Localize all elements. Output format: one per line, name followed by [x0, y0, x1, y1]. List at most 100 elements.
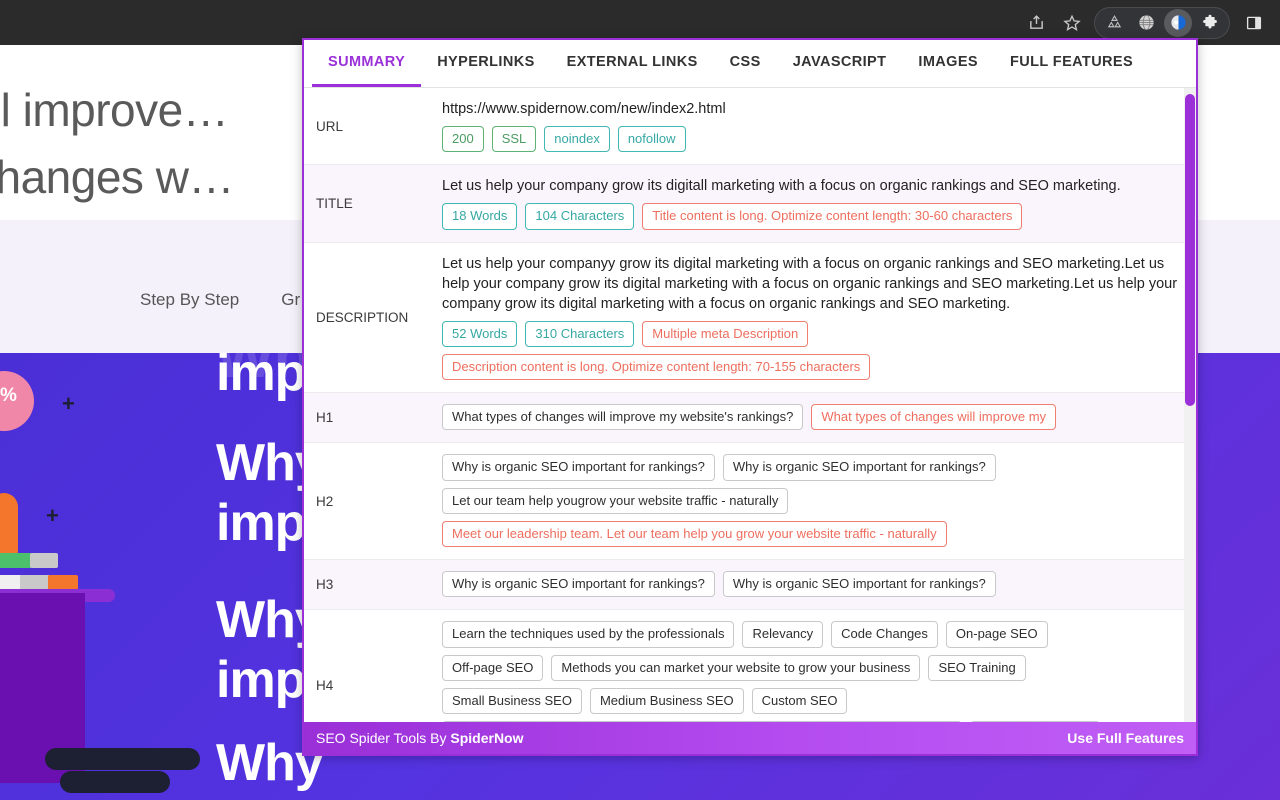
h3-chip-2: Why is organic SEO important for ranking… — [722, 571, 996, 598]
h3-chips: Why is organic SEO important for ranking… — [442, 571, 1184, 598]
extensions-pill — [1094, 6, 1230, 39]
panel-scrollbar-track[interactable] — [1184, 88, 1196, 722]
status-badge-noindex: noindex — [544, 126, 610, 153]
h4-chip-6: Methods you can market your website to g… — [551, 654, 921, 681]
illustration-plant-icon — [0, 493, 18, 555]
h4-chip-1: Learn the techniques used by the profess… — [442, 621, 735, 648]
description-length-warning: Description content is long. Optimize co… — [442, 353, 871, 380]
illustration-percent-label: % — [0, 385, 17, 406]
page-heading-line-1: …ges will improve… — [0, 84, 229, 136]
url-chips: 200 SSL noindex nofollow — [442, 126, 1184, 153]
description-word-count: 52 Words — [442, 320, 518, 347]
h2-chip-3: Let our team help yougrow your website t… — [442, 487, 789, 514]
h4-chip-4: On-page SEO — [945, 621, 1048, 648]
illustration-book-white — [0, 575, 22, 590]
nav-item-step-by-step[interactable]: Step By Step — [140, 290, 239, 310]
recycle-extension-icon[interactable] — [1100, 9, 1128, 37]
panel-footer: SEO Spider Tools By SpiderNow Use Full F… — [304, 722, 1196, 754]
url-value[interactable]: https://www.spidernow.com/new/index2.htm… — [442, 99, 1184, 119]
illustration-book-green — [0, 553, 32, 568]
footer-brand: SpiderNow — [450, 730, 524, 746]
status-badge-200: 200 — [442, 126, 484, 153]
row-label-url: URL — [316, 118, 344, 134]
h2-chip-1: Why is organic SEO important for ranking… — [442, 454, 715, 481]
illustration-shadow-1 — [45, 748, 200, 770]
illustration-shadow-2 — [60, 771, 170, 793]
row-label-h3: H3 — [316, 577, 334, 593]
tab-external-links[interactable]: EXTERNAL LINKS — [551, 40, 714, 87]
summary-row-h3: H3 Why is organic SEO important for rank… — [304, 560, 1196, 611]
illustration-book-orange — [48, 575, 78, 590]
title-value: Let us help your company grow its digita… — [442, 178, 1121, 195]
page-heading-line-2: …es of changes w… — [0, 151, 234, 203]
summary-row-title: TITLE Let us help your company grow its … — [304, 165, 1196, 243]
share-icon[interactable] — [1021, 8, 1051, 38]
title-chips: 18 Words 104 Characters Title content is… — [442, 203, 1184, 230]
description-chips-line-1: 52 Words 310 Characters Multiple meta De… — [442, 320, 1184, 347]
h2-chip-2: Why is organic SEO important for ranking… — [722, 454, 996, 481]
side-panel-icon[interactable] — [1239, 8, 1269, 38]
h2-chip-4: Meet our leadership team. Let our team h… — [442, 520, 947, 547]
row-content-description: Let us help your companyy grow its digit… — [442, 243, 1196, 393]
h2-chips-line-1: Why is organic SEO important for ranking… — [442, 454, 1184, 481]
h4-chip-12 — [970, 721, 1100, 722]
h4-chip-9: Medium Business SEO — [589, 687, 744, 714]
description-multiple-warning: Multiple meta Description — [642, 320, 809, 347]
row-content-h1: What types of changes will improve my we… — [442, 393, 1196, 442]
tab-javascript[interactable]: JAVASCRIPT — [777, 40, 903, 87]
h4-chip-8: Small Business SEO — [442, 687, 582, 714]
h3-chip-1: Why is organic SEO important for ranking… — [442, 571, 715, 598]
h4-chip-5: Off-page SEO — [442, 654, 544, 681]
row-label-h1: H1 — [316, 410, 334, 426]
title-character-count: 104 Characters — [525, 203, 635, 230]
h2-chip-rows: Why is organic SEO important for ranking… — [442, 454, 1184, 547]
h4-chip-rows: Learn the techniques used by the profess… — [442, 621, 1184, 722]
h2-chips-line-3: Meet our leadership team. Let our team h… — [442, 520, 1184, 547]
row-content-h4: Learn the techniques used by the profess… — [442, 610, 1196, 722]
footer-branding: SEO Spider Tools By SpiderNow — [316, 730, 524, 746]
h4-chips-line-3: Small Business SEO Medium Business SEO C… — [442, 687, 1184, 714]
illustration-plus-1: + — [62, 391, 75, 416]
illustration-book-grey-2 — [20, 575, 50, 590]
row-label-h4: H4 — [316, 678, 334, 694]
title-warning: Title content is long. Optimize content … — [642, 203, 1023, 230]
use-full-features-link[interactable]: Use Full Features — [1067, 730, 1184, 746]
row-label-title: TITLE — [316, 195, 353, 211]
illustration-percent-badge: % — [0, 371, 34, 431]
hero-line-1: imp — [216, 353, 306, 402]
extensions-puzzle-icon[interactable] — [1196, 9, 1224, 37]
row-content-title: Let us help your company grow its digita… — [442, 165, 1196, 241]
tab-hyperlinks[interactable]: HYPERLINKS — [421, 40, 550, 87]
summary-row-h2: H2 Why is organic SEO important for rank… — [304, 443, 1196, 560]
tab-summary[interactable]: SUMMARY — [312, 40, 422, 87]
h1-chips: What types of changes will improve my we… — [442, 404, 1184, 431]
h1-chip-2: What types of changes will improve my — [811, 404, 1057, 431]
seo-spider-panel: SUMMARY HYPERLINKS EXTERNAL LINKS CSS JA… — [302, 38, 1198, 756]
hero-line-8: important for rankings? — [216, 791, 780, 800]
status-badge-ssl: SSL — [491, 126, 537, 153]
title-word-count: 18 Words — [442, 203, 518, 230]
description-value: Let us help your companyy grow its digit… — [442, 255, 1178, 312]
h4-chip-10: Custom SEO — [751, 687, 848, 714]
summary-row-h1: H1 What types of changes will improve my… — [304, 393, 1196, 444]
illustration-book-grey-1 — [30, 553, 58, 568]
h4-chip-11 — [442, 721, 962, 722]
row-label-description: DESCRIPTION — [316, 309, 409, 325]
row-label-h2: H2 — [316, 493, 334, 509]
seo-spider-extension-icon[interactable] — [1164, 8, 1192, 37]
globe-extension-icon[interactable] — [1132, 9, 1160, 37]
panel-scrollbar-thumb[interactable] — [1185, 94, 1195, 406]
hero-line-6: imp — [216, 651, 306, 709]
row-content-h2: Why is organic SEO important for ranking… — [442, 443, 1196, 559]
tab-css[interactable]: CSS — [714, 40, 777, 87]
tab-images[interactable]: IMAGES — [902, 40, 994, 87]
summary-row-h4: H4 Learn the techniques used by the prof… — [304, 610, 1196, 722]
page-nav: Step By Step Gr… — [140, 290, 317, 310]
h1-chip-1: What types of changes will improve my we… — [442, 404, 804, 431]
bookmark-star-icon[interactable] — [1057, 8, 1087, 38]
summary-rows: URL https://www.spidernow.com/new/index2… — [304, 88, 1196, 722]
description-character-count: 310 Characters — [525, 320, 635, 347]
panel-tabs: SUMMARY HYPERLINKS EXTERNAL LINKS CSS JA… — [304, 40, 1196, 88]
tab-full-features[interactable]: FULL FEATURES — [994, 40, 1149, 87]
summary-row-description: DESCRIPTION Let us help your companyy gr… — [304, 243, 1196, 393]
